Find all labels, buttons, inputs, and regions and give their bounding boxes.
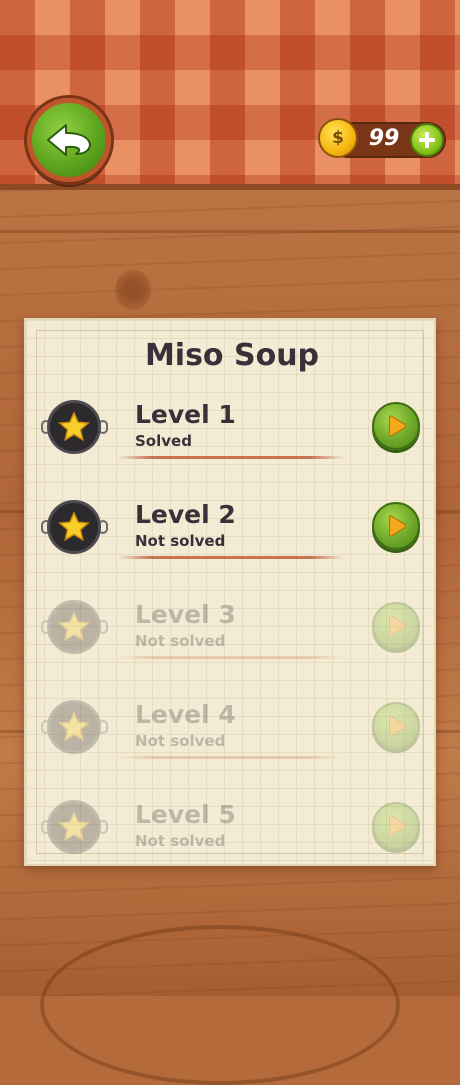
coin-symbol: $ bbox=[332, 128, 344, 148]
play-level-4-button[interactable] bbox=[372, 702, 420, 750]
level-title: Level 5 bbox=[135, 800, 236, 829]
level-star-badge bbox=[47, 600, 101, 654]
plus-icon bbox=[419, 132, 435, 148]
star-icon bbox=[58, 411, 90, 442]
divider bbox=[118, 556, 344, 559]
play-icon bbox=[388, 515, 407, 537]
level-card: Miso Soup Level 1 Solved Level 2 Not sol… bbox=[24, 318, 436, 866]
level-status: Not solved bbox=[135, 632, 226, 650]
back-button[interactable] bbox=[27, 98, 111, 182]
level-status: Not solved bbox=[135, 832, 226, 850]
level-title: Level 3 bbox=[135, 600, 236, 629]
play-icon bbox=[388, 415, 407, 437]
play-icon bbox=[388, 615, 407, 637]
level-row-1: Level 1 Solved bbox=[26, 400, 438, 490]
play-level-3-button[interactable] bbox=[372, 602, 420, 650]
play-icon bbox=[388, 715, 407, 737]
wood-arc bbox=[40, 925, 400, 1085]
wood-knot bbox=[115, 270, 151, 310]
back-arrow-icon bbox=[47, 124, 91, 156]
level-star-badge bbox=[47, 500, 101, 554]
coin-count: 99 bbox=[368, 126, 400, 151]
level-row-2: Level 2 Not solved bbox=[26, 500, 438, 590]
level-title: Level 4 bbox=[135, 700, 236, 729]
play-level-1-button[interactable] bbox=[372, 402, 420, 450]
level-star-badge bbox=[47, 800, 101, 854]
play-icon bbox=[388, 815, 407, 837]
level-star-badge bbox=[47, 700, 101, 754]
level-row-4: Level 4 Not solved bbox=[26, 700, 438, 790]
play-level-5-button[interactable] bbox=[372, 802, 420, 850]
level-status: Not solved bbox=[135, 532, 226, 550]
divider bbox=[118, 456, 344, 459]
dollar-coin-icon: $ bbox=[318, 118, 358, 158]
play-level-2-button[interactable] bbox=[372, 502, 420, 550]
level-row-3: Level 3 Not solved bbox=[26, 600, 438, 690]
level-title: Level 1 bbox=[135, 400, 236, 429]
star-icon bbox=[58, 711, 90, 742]
recipe-title: Miso Soup bbox=[144, 338, 320, 373]
star-icon bbox=[58, 611, 90, 642]
level-star-badge bbox=[47, 400, 101, 454]
divider bbox=[118, 756, 344, 759]
level-title: Level 2 bbox=[135, 500, 236, 529]
divider bbox=[118, 656, 344, 659]
star-icon bbox=[58, 511, 90, 542]
wood-grain bbox=[0, 230, 460, 233]
level-status: Solved bbox=[135, 432, 192, 450]
level-row-5: Level 5 Not solved bbox=[26, 800, 438, 890]
star-icon bbox=[58, 811, 90, 842]
add-coins-button[interactable] bbox=[410, 123, 444, 157]
level-status: Not solved bbox=[135, 732, 226, 750]
